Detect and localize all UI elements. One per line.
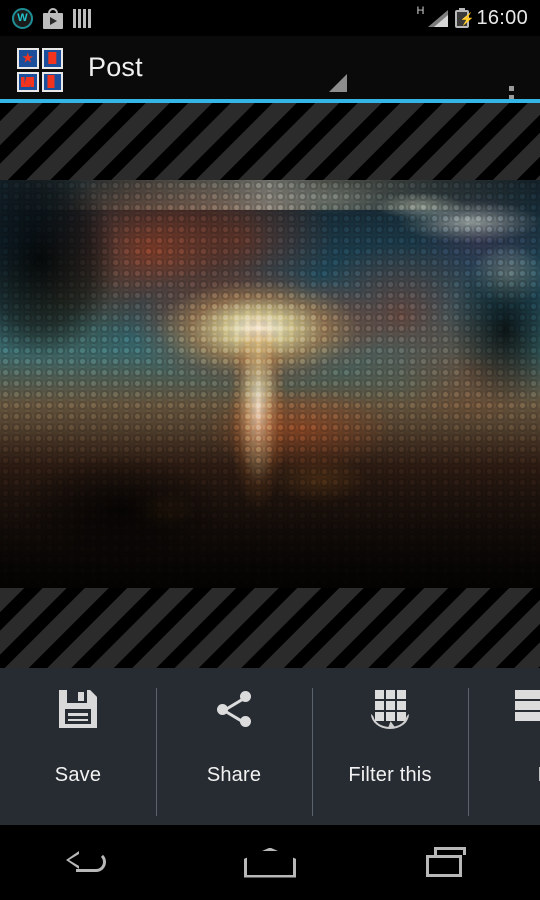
clock-label: 16:00 [476, 6, 528, 29]
rows-list-icon [515, 690, 540, 728]
whatsapp-style-circle-w-icon: W [12, 7, 33, 29]
filter-grid-rotate-icon [370, 690, 410, 731]
halftone-filter-overlay-secondary [0, 180, 540, 588]
save-button[interactable]: Save [0, 668, 156, 825]
share-nodes-icon [214, 690, 254, 728]
battery-charging-icon: ⚡ [455, 8, 474, 28]
share-button[interactable]: Share [156, 668, 312, 825]
home-pentagon-icon [244, 847, 296, 878]
edited-sunset-photo[interactable] [0, 180, 540, 588]
status-bar: W H ⚡ 16:00 [0, 0, 540, 36]
status-bar-right-icons: H ⚡ 16:00 [416, 0, 528, 36]
recents-squares-icon [426, 846, 474, 879]
post-app-icon[interactable] [17, 48, 63, 92]
bars-notification-icon [73, 8, 91, 28]
status-bar-left-icons: W [0, 7, 91, 29]
back-arrow-icon [66, 848, 114, 878]
share-label: Share [206, 764, 262, 786]
save-floppy-icon [59, 690, 97, 728]
network-type-label: H [416, 5, 425, 17]
phone-screen: W H ⚡ 16:00 Post [0, 0, 540, 900]
play-store-icon [43, 7, 63, 29]
page-title: Post [88, 52, 143, 82]
recents-button[interactable] [390, 833, 510, 893]
system-navigation-bar [0, 825, 540, 900]
filter-this-button[interactable]: Filter this [312, 668, 468, 825]
resize-handle[interactable] [329, 74, 347, 92]
save-label: Save [54, 764, 102, 786]
next-button-partial[interactable]: N [468, 668, 540, 825]
signal-bars-icon [428, 9, 449, 27]
action-bar: Post [0, 36, 540, 109]
filter-this-label: Filter this [348, 764, 432, 786]
home-button[interactable] [210, 833, 330, 893]
back-button[interactable] [30, 833, 150, 893]
bottom-action-bar: Save Share Filter this N [0, 668, 540, 825]
